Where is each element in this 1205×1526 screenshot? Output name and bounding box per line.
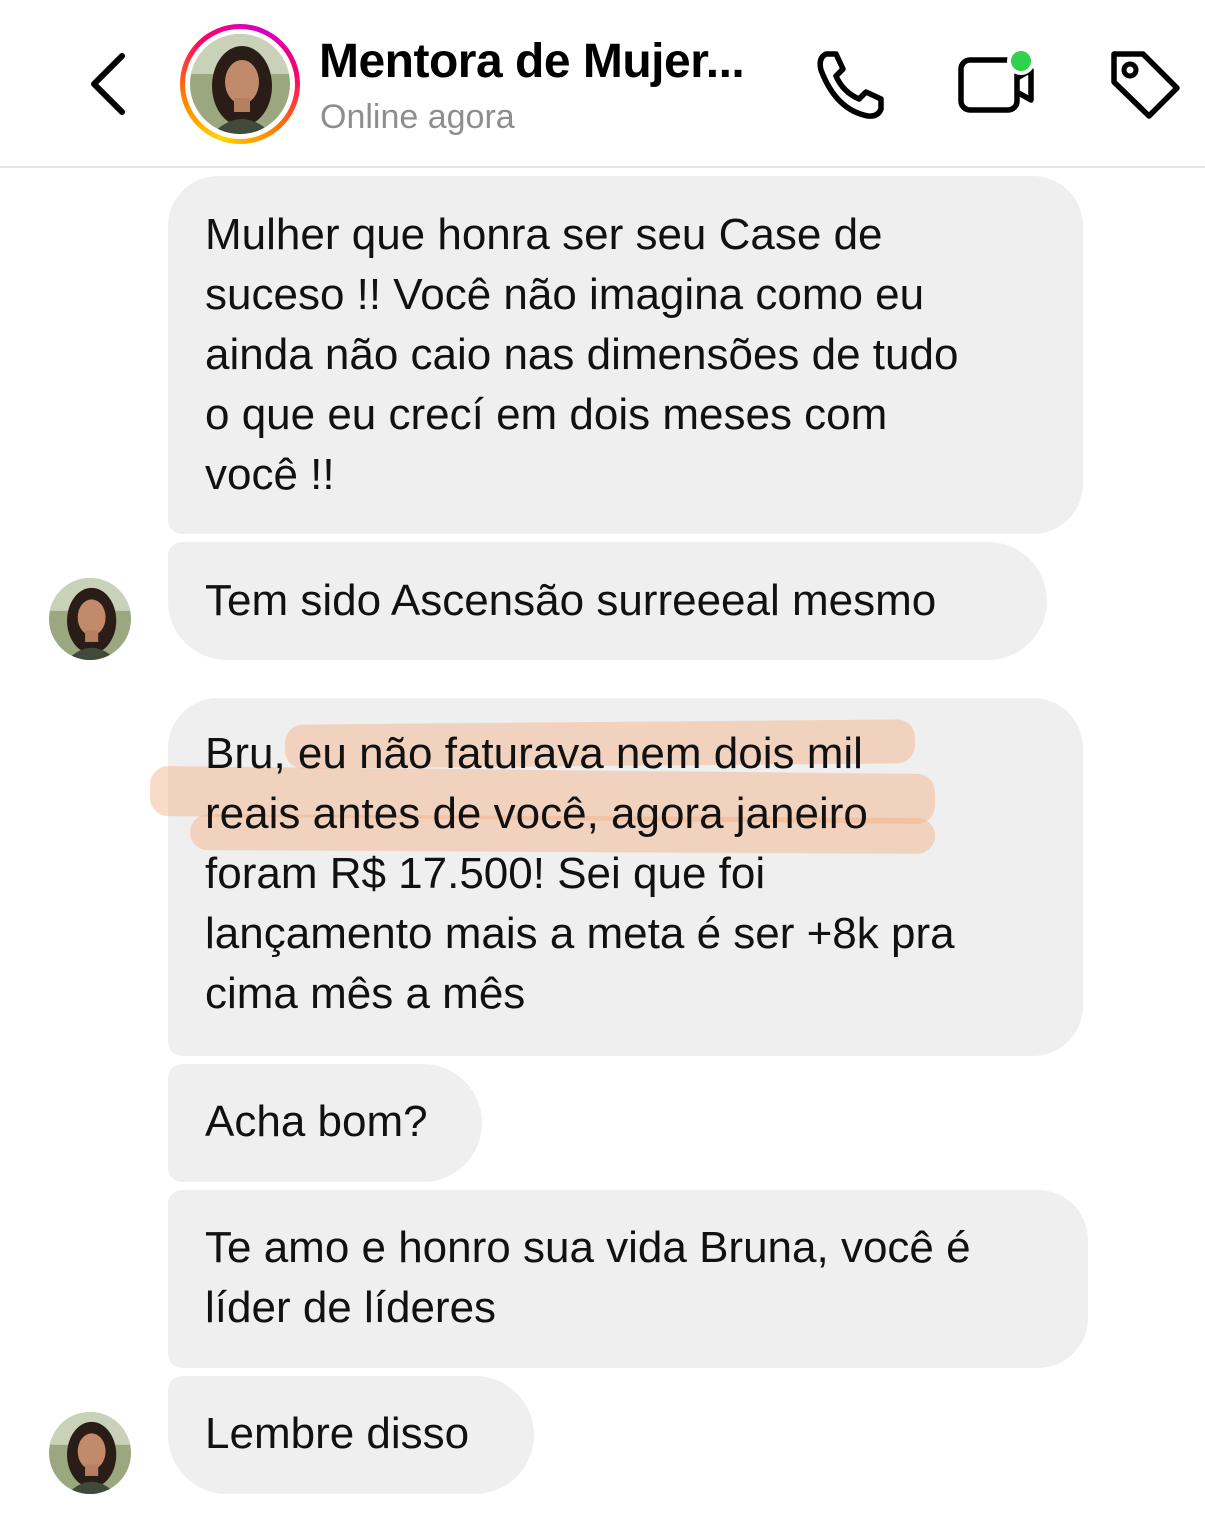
video-call-icon[interactable]: [955, 44, 1041, 120]
contact-name[interactable]: Mentora de Mujer...: [319, 34, 789, 89]
message-line: Acha bom?: [205, 1097, 428, 1146]
message-bubble[interactable]: Lembre disso: [168, 1376, 534, 1494]
message-line: Tem sido Ascensão surreeeal mesmo: [205, 576, 937, 625]
message-bubble[interactable]: Tem sido Ascensão surreeeal mesmo: [168, 542, 1047, 660]
tag-icon[interactable]: [1105, 48, 1185, 120]
message-bubble[interactable]: Te amo e honro sua vida Bruna, você é lí…: [168, 1190, 1088, 1368]
back-chevron-icon[interactable]: [80, 46, 140, 122]
message-line: o que eu crecí em dois meses com: [205, 390, 888, 439]
message-line: cima mês a mês: [205, 969, 526, 1018]
message-line: suceso !! Você não imagina como eu: [205, 270, 925, 319]
message-line: Lembre disso: [205, 1409, 470, 1458]
message-bubble[interactable]: Bru, eu não faturava nem dois mil reais …: [168, 698, 1083, 1056]
message-line: Te amo e honro sua vida Bruna, você é: [205, 1223, 971, 1272]
online-status: Online agora: [320, 98, 515, 136]
message-line: reais antes de você, agora janeiro: [205, 789, 868, 838]
message-line: você !!: [205, 450, 335, 499]
message-line: foram R$ 17.500! Sei que foi: [205, 849, 766, 898]
message-bubble[interactable]: Mulher que honra ser seu Case de suceso …: [168, 176, 1083, 534]
contact-avatar[interactable]: [180, 24, 300, 144]
chat-header: Mentora de Mujer... Online agora: [0, 0, 1205, 168]
sender-avatar[interactable]: [49, 1412, 131, 1494]
message-line: lançamento mais a meta é ser +8k pra: [205, 909, 955, 958]
message-bubble[interactable]: Acha bom?: [168, 1064, 482, 1182]
message-line: Mulher que honra ser seu Case de: [205, 210, 883, 259]
phone-icon[interactable]: [812, 48, 890, 120]
message-line: Bru, eu não faturava nem dois mil: [205, 729, 863, 778]
message-line: ainda não caio nas dimensões de tudo: [205, 330, 959, 379]
contact-photo: [190, 34, 290, 134]
message-line: líder de líderes: [205, 1283, 497, 1332]
sender-avatar[interactable]: [49, 578, 131, 660]
